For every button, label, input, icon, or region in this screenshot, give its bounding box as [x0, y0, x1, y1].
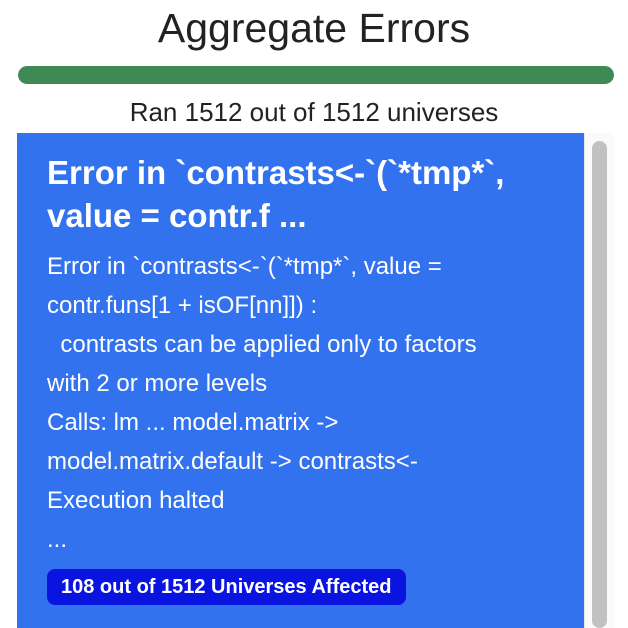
- scrollbar-thumb[interactable]: [592, 141, 607, 628]
- error-message: Error in `contrasts<-`(`*tmp*`, value = …: [47, 253, 477, 553]
- error-list[interactable]: Error in `contrasts<-`(`*tmp*`, value = …: [17, 133, 614, 628]
- run-status-text: Ran 1512 out of 1512 universes: [129, 97, 499, 127]
- scrollbar[interactable]: [584, 133, 614, 628]
- error-card[interactable]: Error in `contrasts<-`(`*tmp*`, value = …: [17, 133, 584, 628]
- progress-bar-fill: [18, 66, 614, 84]
- error-title: Error in `contrasts<-`(`*tmp*`, value = …: [47, 154, 505, 234]
- progress-bar: [18, 66, 614, 84]
- page-title: Aggregate Errors: [157, 5, 471, 51]
- universes-affected-badge: 108 out of 1512 Universes Affected: [47, 569, 406, 605]
